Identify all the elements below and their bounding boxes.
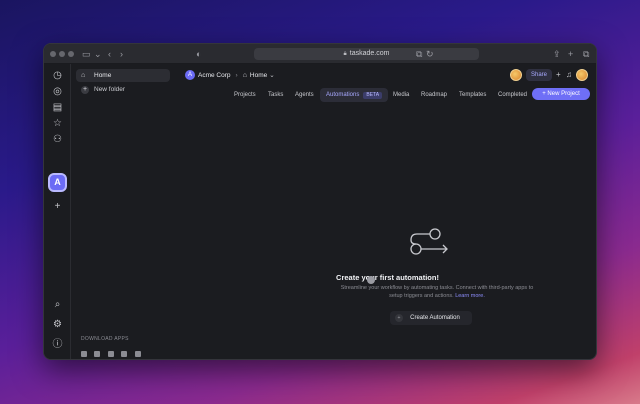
windows-icon[interactable] xyxy=(121,351,128,357)
automation-icon xyxy=(410,228,448,255)
sidebar-toggle-icon[interactable]: ▭ xyxy=(82,49,91,59)
share-button[interactable]: Share xyxy=(526,69,552,81)
icon-rail: ◷ ◎ ▤ ☆ ⚇ A + ⌕ ⚙ ⓘ xyxy=(44,64,71,359)
share-page-icon[interactable]: ⇪ xyxy=(553,49,561,59)
search-icon[interactable]: ⌕ xyxy=(51,298,64,311)
new-folder-button[interactable]: + New folder xyxy=(76,84,125,96)
plus-icon[interactable]: + xyxy=(556,69,561,81)
create-automation-label: Create Automation xyxy=(410,315,460,321)
address-bar[interactable]: 🔒︎ taskade.com xyxy=(254,48,479,60)
forward-icon[interactable]: › xyxy=(120,49,123,59)
empty-state-title: Create your first automation! xyxy=(336,273,439,282)
chevron-down-icon[interactable]: ⌄ xyxy=(94,49,102,59)
tab-projects[interactable]: Projects xyxy=(234,88,256,102)
browser-window: ▭ ⌄ ‹ › ◐ 🔒︎ taskade.com ⧉ ↻ ⇪ + ⧉ ◷ ◎ ▤ … xyxy=(43,43,597,360)
plus-icon: + xyxy=(81,86,89,94)
clock-icon[interactable]: ◷ xyxy=(51,69,64,82)
collaborator-avatar[interactable] xyxy=(510,69,522,81)
new-tab-icon[interactable]: + xyxy=(568,49,573,59)
add-workspace-icon[interactable]: + xyxy=(51,200,64,213)
sidebar-nav: ⌂ Home + New folder DOWNLOAD APPS xyxy=(74,64,174,359)
zoom-dot[interactable] xyxy=(68,51,74,57)
tab-automations[interactable]: Automations BETA xyxy=(320,88,389,102)
new-project-button[interactable]: + New Project xyxy=(532,88,590,100)
download-apps-label: DOWNLOAD APPS xyxy=(81,336,129,342)
tab-media[interactable]: Media xyxy=(393,88,409,102)
sidebar-item-home[interactable]: ⌂ Home xyxy=(76,69,170,82)
apple-icon[interactable] xyxy=(81,351,87,357)
help-icon[interactable]: ⓘ xyxy=(51,338,64,351)
tab-automations-label: Automations xyxy=(326,92,360,98)
pointer-cursor xyxy=(367,276,375,284)
breadcrumb: A Acme Corp › ⌂ Home ⌄ xyxy=(185,70,275,82)
chrome-icon[interactable] xyxy=(94,351,101,357)
linux-icon[interactable] xyxy=(134,351,141,357)
download-apps-icons xyxy=(81,344,144,359)
home-outline-icon: ⌂ xyxy=(242,72,247,79)
tab-agents[interactable]: Agents xyxy=(295,88,314,102)
tab-tasks[interactable]: Tasks xyxy=(268,88,283,102)
sidebar-item-label: Home xyxy=(94,72,112,79)
tab-roadmap[interactable]: Roadmap xyxy=(421,88,447,102)
url-text: taskade.com xyxy=(349,50,390,57)
tab-completed[interactable]: Completed xyxy=(498,88,527,102)
breadcrumb-home[interactable]: Home xyxy=(250,72,267,79)
shield-icon[interactable]: ◐ xyxy=(196,49,201,59)
translate-icon[interactable]: ⧉ xyxy=(416,49,422,59)
bell-icon[interactable]: ♫ xyxy=(566,69,572,81)
empty-state-description: Streamline your workflow by automating t… xyxy=(337,284,537,300)
chevron-down-icon[interactable]: ⌄ xyxy=(269,72,274,79)
check-circle-icon[interactable]: ◎ xyxy=(51,85,64,98)
reload-icon[interactable]: ↻ xyxy=(426,49,434,59)
home-icon: ⌂ xyxy=(81,72,86,79)
android-icon[interactable] xyxy=(107,351,114,357)
tab-overview-icon[interactable]: ⧉ xyxy=(583,49,589,59)
minimize-dot[interactable] xyxy=(59,51,65,57)
tab-templates[interactable]: Templates xyxy=(459,88,486,102)
people-icon[interactable]: ⚇ xyxy=(51,133,64,146)
star-icon[interactable]: ☆ xyxy=(51,117,64,130)
beta-badge: BETA xyxy=(363,92,383,99)
calendar-icon[interactable]: ▤ xyxy=(51,101,64,114)
browser-titlebar: ▭ ⌄ ‹ › ◐ 🔒︎ taskade.com ⧉ ↻ ⇪ + ⧉ xyxy=(44,44,596,64)
lock-icon: 🔒︎ xyxy=(343,51,347,57)
back-icon[interactable]: ‹ xyxy=(108,49,111,59)
close-dot[interactable] xyxy=(50,51,56,57)
main-content: A Acme Corp › ⌂ Home ⌄ Share + ♫ Projects Tas… xyxy=(177,64,596,359)
user-avatar[interactable] xyxy=(576,69,588,81)
bolt-icon: + xyxy=(395,314,403,322)
chevron-right-icon: › xyxy=(235,72,238,79)
gear-icon[interactable]: ⚙ xyxy=(51,318,64,331)
workspace-badge[interactable]: A xyxy=(185,70,195,81)
create-automation-button[interactable]: + Create Automation xyxy=(390,311,472,325)
learn-more-link[interactable]: Learn more. xyxy=(455,293,485,299)
new-folder-label: New folder xyxy=(94,86,126,93)
workspace-avatar[interactable]: A xyxy=(48,173,67,192)
header-actions: Share + ♫ xyxy=(510,69,590,83)
empty-state-text: Streamline your workflow by automating t… xyxy=(340,285,534,299)
workspace-name[interactable]: Acme Corp xyxy=(198,72,231,79)
